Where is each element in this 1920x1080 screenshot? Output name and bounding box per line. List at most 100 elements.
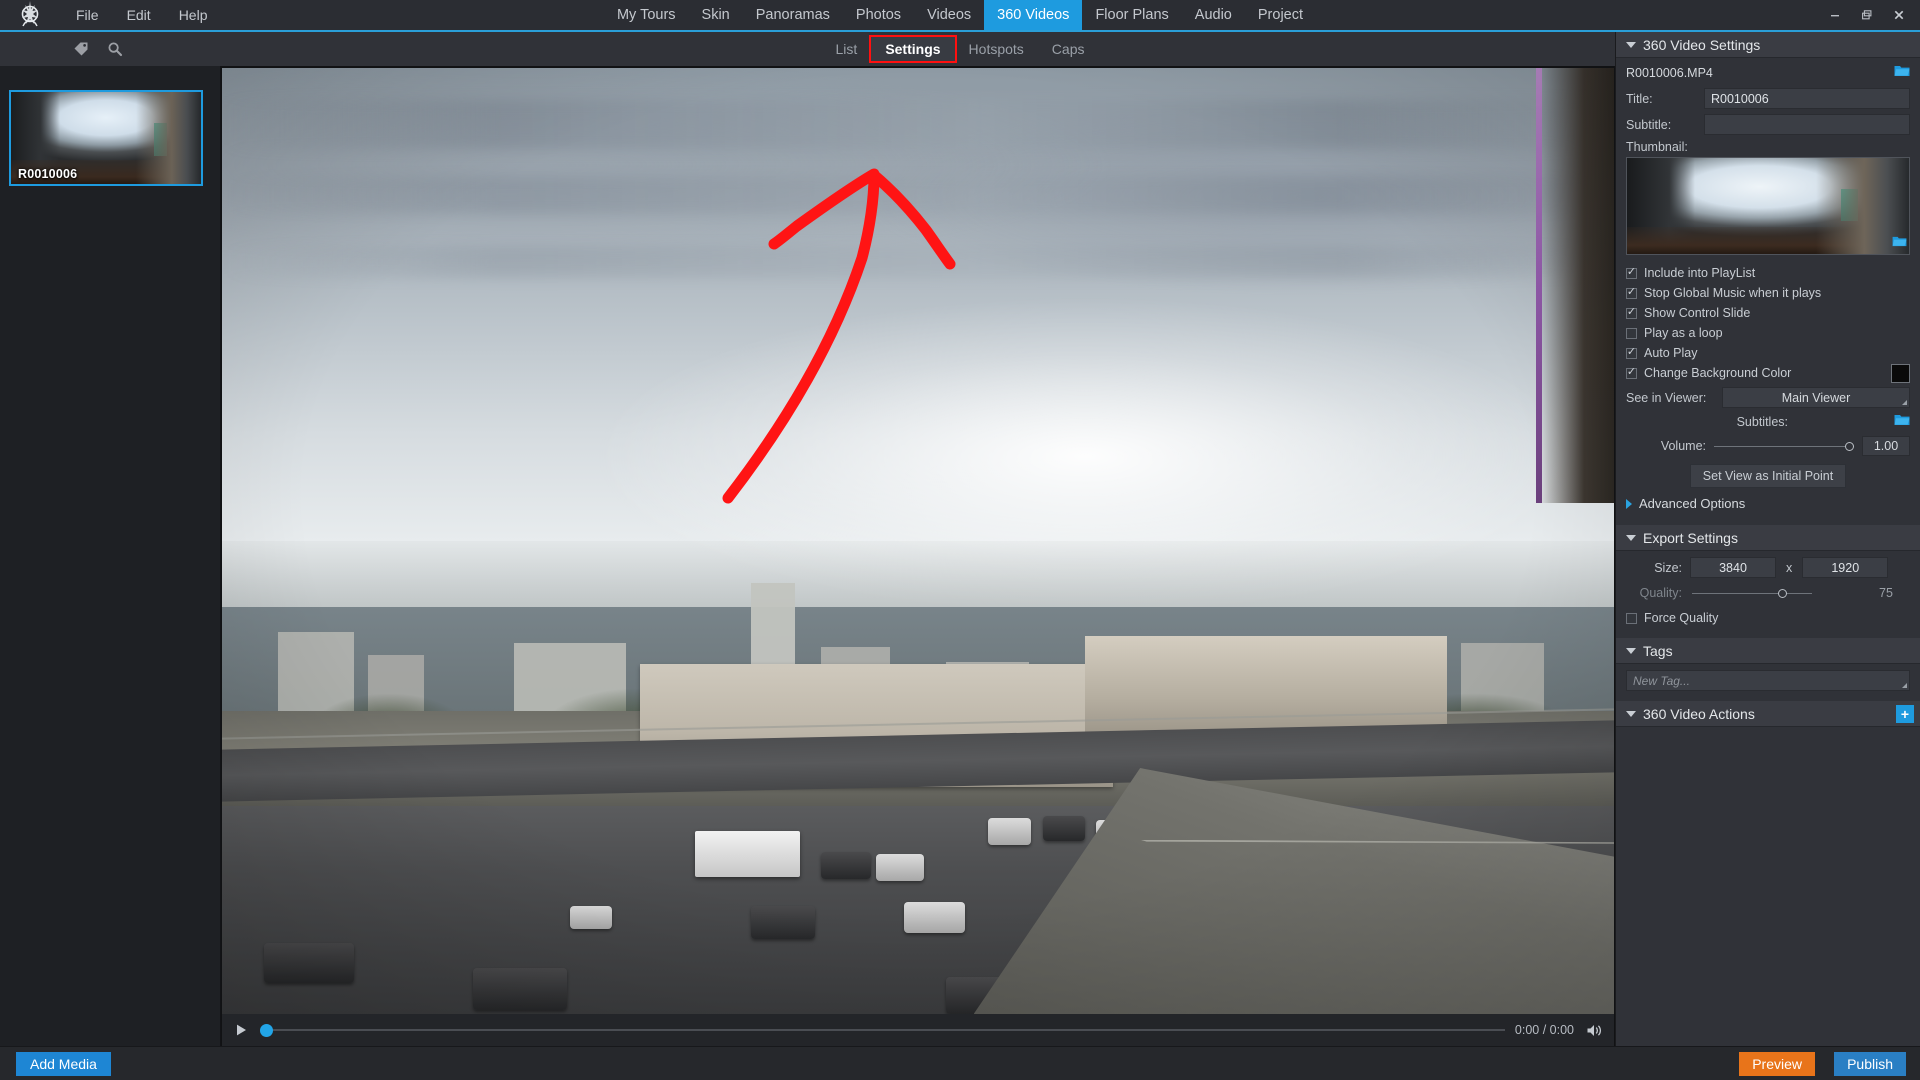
see-in-viewer-label: See in Viewer: <box>1626 390 1707 405</box>
menu-edit[interactable]: Edit <box>113 4 165 26</box>
checkbox-icon[interactable] <box>1626 287 1637 299</box>
subtitles-row: Subtitles: <box>1626 413 1910 431</box>
background-color-swatch[interactable] <box>1891 363 1910 383</box>
subtab-list[interactable]: List <box>822 37 872 61</box>
chevron-down-icon <box>1902 400 1907 405</box>
section-tags[interactable]: Tags <box>1616 638 1920 664</box>
volume-slider[interactable] <box>1714 439 1854 453</box>
title-row: Title: <box>1626 88 1910 109</box>
quality-value: 75 <box>1879 586 1893 600</box>
publish-button[interactable]: Publish <box>1834 1052 1906 1076</box>
advanced-options-label: Advanced Options <box>1639 496 1746 511</box>
tab-skin[interactable]: Skin <box>689 0 743 30</box>
quality-slider-handle[interactable] <box>1778 588 1787 598</box>
title-input[interactable] <box>1704 88 1910 109</box>
quality-label: Quality: <box>1639 586 1682 600</box>
checkbox-label: Change Background Color <box>1644 366 1792 380</box>
checkbox-label: Auto Play <box>1644 346 1698 360</box>
subtitle-label: Subtitle: <box>1626 117 1672 132</box>
checkbox-auto-play[interactable]: Auto Play <box>1626 343 1910 363</box>
thumbnail-preview[interactable] <box>1626 157 1910 255</box>
volume-row: Volume: 1.00 <box>1626 436 1910 456</box>
checkbox-icon[interactable] <box>1626 347 1637 359</box>
play-icon[interactable] <box>232 1021 250 1039</box>
checkbox-play-as-a-loop[interactable]: Play as a loop <box>1626 323 1910 343</box>
title-label: Title: <box>1626 91 1653 106</box>
checkbox-include-into-playlist[interactable]: Include into PlayList <box>1626 263 1910 283</box>
thumbnail-image <box>1627 158 1909 254</box>
subtab-caps[interactable]: Caps <box>1038 37 1099 61</box>
application-window: File Edit Help My Tours Skin Panoramas P… <box>0 0 1920 1080</box>
tab-audio[interactable]: Audio <box>1182 0 1245 30</box>
volume-icon[interactable] <box>1584 1021 1604 1039</box>
size-label: Size: <box>1654 560 1682 575</box>
timecode-display: 0:00 / 0:00 <box>1514 1023 1574 1037</box>
tab-floor-plans[interactable]: Floor Plans <box>1082 0 1181 30</box>
tab-photos[interactable]: Photos <box>843 0 914 30</box>
section-title: 360 Video Actions <box>1643 705 1755 722</box>
section-360-video-settings[interactable]: 360 Video Settings <box>1616 32 1920 58</box>
scrubber[interactable] <box>260 1021 1505 1039</box>
section-360-video-actions[interactable]: 360 Video Actions + <box>1616 701 1920 727</box>
add-action-button[interactable]: + <box>1896 705 1914 723</box>
add-media-button[interactable]: Add Media <box>16 1052 111 1076</box>
tab-videos[interactable]: Videos <box>914 0 984 30</box>
title-input-field[interactable] <box>1711 91 1903 106</box>
subtitle-row: Subtitle: <box>1626 114 1910 135</box>
tab-my-tours[interactable]: My Tours <box>604 0 689 30</box>
new-tag-placeholder: New Tag... <box>1633 673 1690 688</box>
section-title: Export Settings <box>1643 529 1738 546</box>
subtitles-folder-icon[interactable] <box>1894 413 1910 431</box>
volume-value[interactable]: 1.00 <box>1862 436 1910 456</box>
video-settings-body: R0010006.MP4 Title: Subtitle: <box>1616 58 1920 525</box>
new-tag-input[interactable]: New Tag... <box>1626 670 1910 691</box>
checkbox-icon[interactable] <box>1626 327 1637 339</box>
subtitle-input[interactable] <box>1704 114 1910 135</box>
checkbox-show-control-slide[interactable]: Show Control Slide <box>1626 303 1910 323</box>
checkbox-force-quality[interactable]: Force Quality <box>1626 608 1910 628</box>
preview-button[interactable]: Preview <box>1739 1052 1815 1076</box>
chevron-right-icon <box>1626 498 1632 509</box>
folder-icon[interactable] <box>1894 64 1910 82</box>
restore-icon[interactable] <box>1852 2 1882 28</box>
scrubber-handle[interactable] <box>260 1023 273 1037</box>
checkbox-icon[interactable] <box>1626 367 1637 379</box>
checkbox-change-background-color[interactable]: Change Background Color <box>1626 363 1910 383</box>
menu-help[interactable]: Help <box>165 4 222 26</box>
tab-panoramas[interactable]: Panoramas <box>743 0 843 30</box>
section-export-settings[interactable]: Export Settings <box>1616 525 1920 551</box>
volume-slider-handle[interactable] <box>1845 441 1854 451</box>
set-view-as-initial-point-button[interactable]: Set View as Initial Point <box>1689 464 1847 488</box>
close-icon[interactable] <box>1884 2 1914 28</box>
checkbox-stop-global-music[interactable]: Stop Global Music when it plays <box>1626 283 1910 303</box>
window-controls <box>1820 0 1914 30</box>
menu-file[interactable]: File <box>62 4 113 26</box>
size-height-input[interactable]: 1920 <box>1802 557 1889 578</box>
checkbox-label: Force Quality <box>1644 611 1719 625</box>
subtitle-input-field[interactable] <box>1711 117 1903 132</box>
size-row: Size: 3840 x 1920 <box>1626 557 1910 578</box>
size-width-input[interactable]: 3840 <box>1690 557 1776 578</box>
thumbnail-browse-icon[interactable] <box>1892 234 1907 252</box>
minimize-icon[interactable] <box>1820 2 1850 28</box>
list-item[interactable]: R0010006 <box>9 90 203 186</box>
chevron-down-icon <box>1902 683 1907 688</box>
quality-slider[interactable] <box>1692 586 1812 600</box>
checkbox-icon[interactable] <box>1626 307 1637 319</box>
sky-region <box>222 68 1614 608</box>
stitch-edge <box>1538 68 1614 504</box>
see-in-viewer-dropdown[interactable]: Main Viewer <box>1722 387 1910 408</box>
checkbox-label: Stop Global Music when it plays <box>1644 286 1822 300</box>
tab-project[interactable]: Project <box>1245 0 1316 30</box>
app-logo <box>0 0 62 30</box>
thumbnail-row: Thumbnail: <box>1626 140 1910 154</box>
checkbox-icon[interactable] <box>1626 612 1637 624</box>
video-viewport[interactable] <box>222 68 1614 1014</box>
subtab-settings[interactable]: Settings <box>869 35 957 63</box>
tab-360-videos[interactable]: 360 Videos <box>984 0 1083 30</box>
advanced-options-toggle[interactable]: Advanced Options <box>1626 488 1910 515</box>
subtab-hotspots[interactable]: Hotspots <box>955 37 1038 61</box>
menu-bar: File Edit Help <box>62 4 221 26</box>
chevron-down-icon <box>1626 41 1636 48</box>
checkbox-icon[interactable] <box>1626 267 1637 279</box>
